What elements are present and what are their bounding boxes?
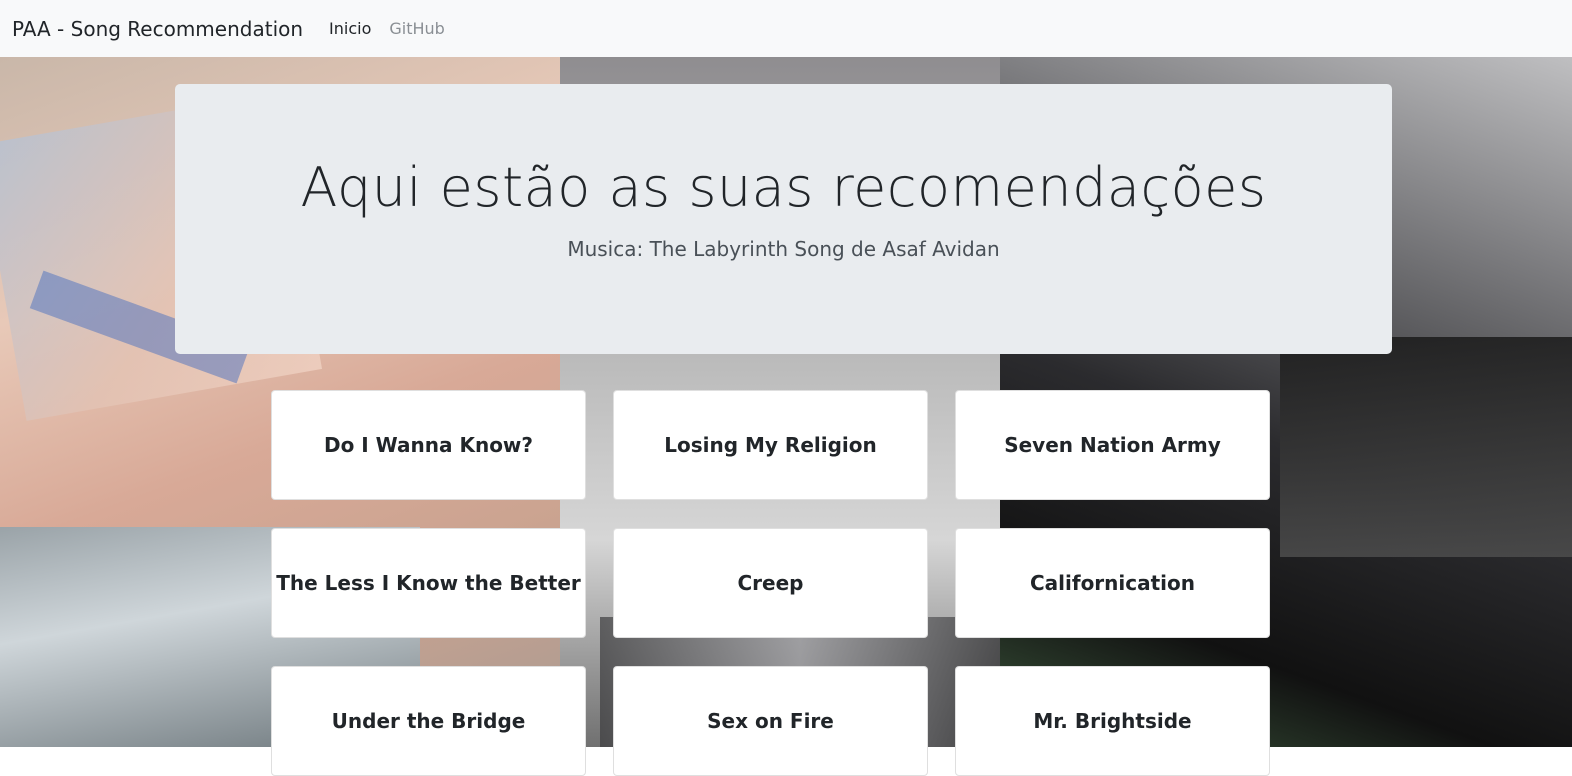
nav-link-inicio[interactable]: Inicio [329,19,371,38]
source-song-label: Musica: The Labyrinth Song de Asaf Avida… [567,237,1000,261]
recommendations-header: Aqui estão as suas recomendações Musica:… [175,84,1392,354]
navbar: PAA - Song Recommendation Inicio GitHub [0,0,1572,57]
recommendation-title: Do I Wanna Know? [323,433,534,457]
recommendation-card[interactable]: Seven Nation Army [955,390,1270,500]
recommendation-card[interactable]: The Less I Know the Better [271,528,586,638]
recommendation-title: Seven Nation Army [1004,433,1221,457]
nav-link-github[interactable]: GitHub [389,19,444,38]
recommendation-card[interactable]: Sex on Fire [613,666,928,776]
recommendation-title: Sex on Fire [707,709,834,733]
recommendation-card[interactable]: Losing My Religion [613,390,928,500]
recommendation-title: Under the Bridge [331,709,526,733]
recommendation-title: Losing My Religion [664,433,877,457]
page-title: Aqui estão as suas recomendações [300,156,1267,219]
recommendation-card[interactable]: Californication [955,528,1270,638]
recommendation-card[interactable]: Under the Bridge [271,666,586,776]
navbar-brand[interactable]: PAA - Song Recommendation [12,17,303,41]
recommendation-title: Creep [737,571,804,595]
recommendation-card[interactable]: Do I Wanna Know? [271,390,586,500]
recommendation-title: The Less I Know the Better [276,571,581,595]
recommendation-card[interactable]: Mr. Brightside [955,666,1270,776]
recommendation-title: Mr. Brightside [1033,709,1192,733]
recommendation-title: Californication [1029,571,1196,595]
recommendation-card[interactable]: Creep [613,528,928,638]
